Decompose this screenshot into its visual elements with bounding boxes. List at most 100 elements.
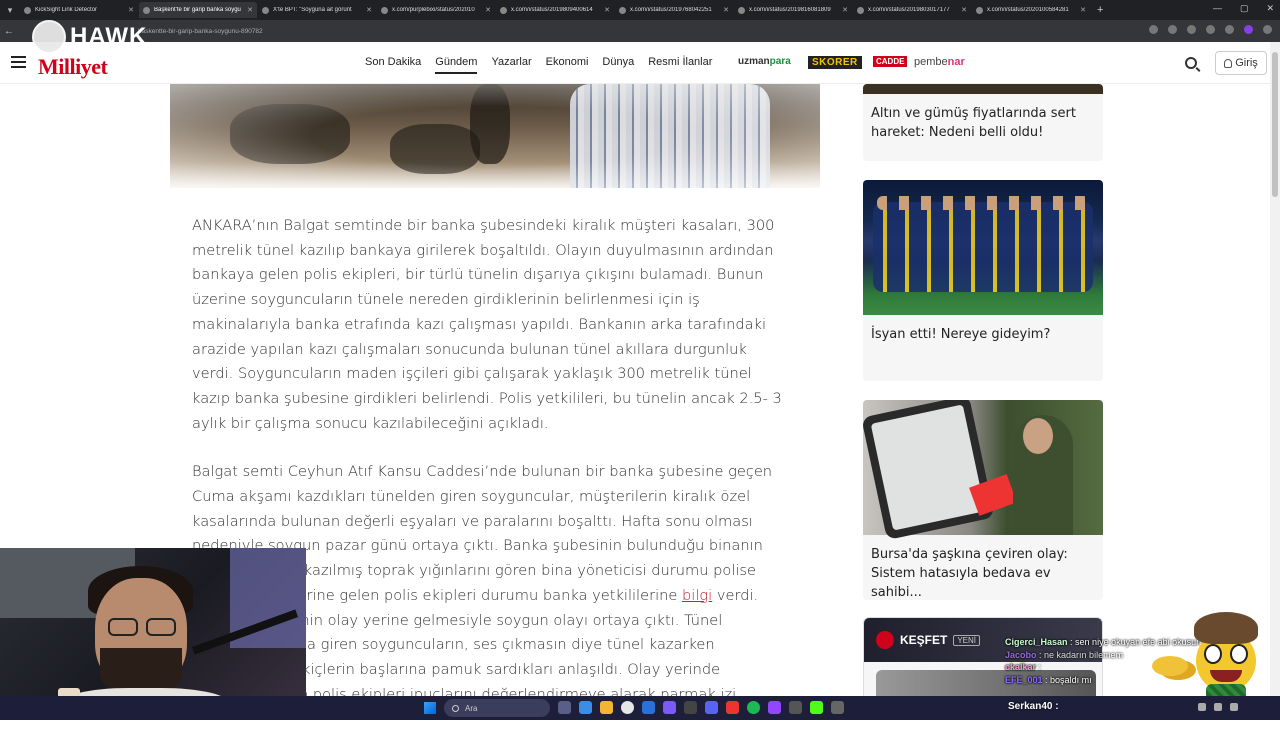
tab-favicon-icon [857, 6, 864, 14]
tab-title: x.com/i/status/2020100584281 [987, 7, 1069, 13]
partner-cadde[interactable]: CADDE [873, 56, 908, 67]
tab-title: x.com/i/status/2019809400614 [511, 7, 593, 13]
browser-tab[interactable]: KickSight Link Detector ✕ [20, 2, 138, 18]
browser-tab[interactable]: x.com/i/status/2019809400614 ✕ [496, 2, 614, 18]
taskbar-apps [558, 701, 844, 714]
folder-icon[interactable] [600, 701, 613, 714]
obs-icon[interactable] [789, 701, 802, 714]
chat-user: ckalkar [1005, 662, 1037, 672]
taskbar-search[interactable]: Ara [444, 699, 550, 717]
taskbar-search-icon [452, 704, 459, 712]
url-field[interactable]: baskentte-bir-garip-banka-soygunu-890782 [138, 28, 1038, 35]
nav-dunya[interactable]: Dünya [602, 56, 634, 74]
nav-son-dakika[interactable]: Son Dakika [365, 56, 421, 74]
app-icon[interactable] [831, 701, 844, 714]
partner-uzman-label: uzman [738, 56, 770, 67]
discord-icon[interactable] [705, 701, 718, 714]
tab-title: x.com/i/status/2019803017177 [868, 7, 950, 13]
tab-close-icon[interactable]: ✕ [961, 6, 967, 14]
app-icon[interactable] [579, 701, 592, 714]
overlay-logo-text: HAWK [70, 23, 148, 50]
hawk-emblem-icon [32, 20, 66, 54]
minimize-icon[interactable]: — [1213, 3, 1222, 14]
main-nav: Son Dakika Gündem Yazarlar Ekonomi Dünya… [365, 56, 726, 74]
edge-icon[interactable] [642, 701, 655, 714]
partner-pembenar[interactable]: pembenar [914, 56, 965, 68]
extension-icon[interactable] [1206, 25, 1215, 34]
os-taskbar: Ara Serkan40 : [0, 696, 1280, 720]
browser-tab-strip: ▾ KickSight Link Detector ✕ Başkent'te bir… [0, 0, 1280, 20]
bookmark-star-icon[interactable] [1187, 25, 1196, 34]
nav-resmi-ilanlar[interactable]: Resmi İlanlar [648, 56, 712, 74]
tab-search-icon[interactable]: ▾ [0, 0, 20, 20]
tab-close-icon[interactable]: ✕ [485, 6, 491, 14]
close-icon[interactable]: ✕ [1266, 3, 1274, 14]
browser-tab[interactable]: x.com/i/status/2019768042251 ✕ [615, 2, 733, 18]
chat-text: ne kadarın bilemem [1044, 649, 1124, 660]
site-logo[interactable]: Milliyet [38, 54, 108, 80]
news-card-3-image [863, 400, 1103, 541]
zoom-icon[interactable] [1149, 25, 1158, 34]
browser-tab[interactable]: x.com/i/status/2019816081809 ✕ [734, 2, 852, 18]
sidebar-icon[interactable] [1225, 25, 1234, 34]
battery-icon[interactable] [1230, 703, 1238, 711]
bilgi-link[interactable]: bilgi [682, 587, 712, 604]
app-icon[interactable] [663, 701, 676, 714]
maximize-icon[interactable]: ▢ [1240, 3, 1249, 14]
browser-tab[interactable]: x.com/purplebixi/status/202010 ✕ [377, 2, 495, 18]
app-icon[interactable] [726, 701, 739, 714]
browser-tab[interactable]: x.com/i/status/2019803017177 ✕ [853, 2, 971, 18]
back-icon[interactable]: ← [0, 26, 18, 37]
chat-text: boşaldı mı [1050, 674, 1092, 685]
partner-nar-label: nar [947, 56, 965, 68]
nav-yazarlar[interactable]: Yazarlar [491, 56, 531, 74]
partner-uzmanpara[interactable]: uzmanpara [738, 56, 791, 67]
window-controls: — ▢ ✕ [1213, 3, 1274, 14]
news-card-3[interactable]: Bursa'da şaşkına çeviren olay: Sistem ha… [863, 400, 1103, 600]
partner-skorer[interactable]: SKORER [808, 56, 862, 69]
spotify-icon[interactable] [747, 701, 760, 714]
login-label: Giriş [1235, 57, 1258, 69]
share-icon[interactable] [1168, 25, 1177, 34]
browser-tab[interactable]: Başkent'te bir garip banka soygu ✕ [139, 2, 257, 18]
stream-overlay-logo: HAWK [32, 20, 152, 54]
twitch-icon[interactable] [768, 701, 781, 714]
news-card-2[interactable]: İsyan etti! Nereye gideyim? [863, 180, 1103, 381]
wifi-icon[interactable] [1198, 703, 1206, 711]
tab-close-icon[interactable]: ✕ [366, 6, 372, 14]
article-hero-image [170, 84, 820, 188]
tab-title: KickSight Link Detector [35, 7, 98, 13]
webcam-overlay [0, 548, 306, 720]
volume-icon[interactable] [1214, 703, 1222, 711]
browser-tab[interactable]: x.com/i/status/2020100584281 ✕ [972, 2, 1090, 18]
tab-favicon-icon [619, 6, 626, 14]
tab-close-icon[interactable]: ✕ [247, 6, 253, 14]
tab-favicon-icon [262, 6, 269, 14]
tab-close-icon[interactable]: ✕ [842, 6, 848, 14]
news-card-2-title: İsyan etti! Nereye gideyim? [871, 327, 1051, 342]
login-button[interactable]: Giriş [1215, 51, 1267, 75]
news-card-1[interactable]: Altın ve gümüş fiyatlarında sert hareket… [863, 84, 1103, 161]
app-icon[interactable] [684, 701, 697, 714]
hamburger-menu-icon[interactable] [11, 56, 26, 68]
tab-title: x.com/purplebixi/status/202010 [392, 7, 475, 13]
tab-close-icon[interactable]: ✕ [723, 6, 729, 14]
tab-favicon-icon [738, 6, 745, 14]
menu-kebab-icon[interactable] [1263, 25, 1272, 34]
tab-close-icon[interactable]: ✕ [128, 6, 134, 14]
browser-tab[interactable]: X'te BPT: "Soyguna ait görünt ✕ [258, 2, 376, 18]
task-view-icon[interactable] [558, 701, 571, 714]
tab-close-icon[interactable]: ✕ [604, 6, 610, 14]
search-icon[interactable] [1185, 57, 1197, 69]
start-icon[interactable] [424, 702, 436, 714]
page-scrollbar[interactable] [1270, 42, 1280, 696]
new-tab-button[interactable]: + [1091, 4, 1109, 16]
kick-icon[interactable] [810, 701, 823, 714]
nav-ekonomi[interactable]: Ekonomi [546, 56, 589, 74]
chrome-icon[interactable] [621, 701, 634, 714]
kesfet-label: KEŞFET [900, 633, 948, 647]
tab-close-icon[interactable]: ✕ [1080, 6, 1086, 14]
profile-avatar[interactable] [1244, 25, 1253, 34]
nav-gundem[interactable]: Gündem [435, 56, 478, 74]
chat-user: Cigerci_Hasan [1005, 637, 1068, 647]
